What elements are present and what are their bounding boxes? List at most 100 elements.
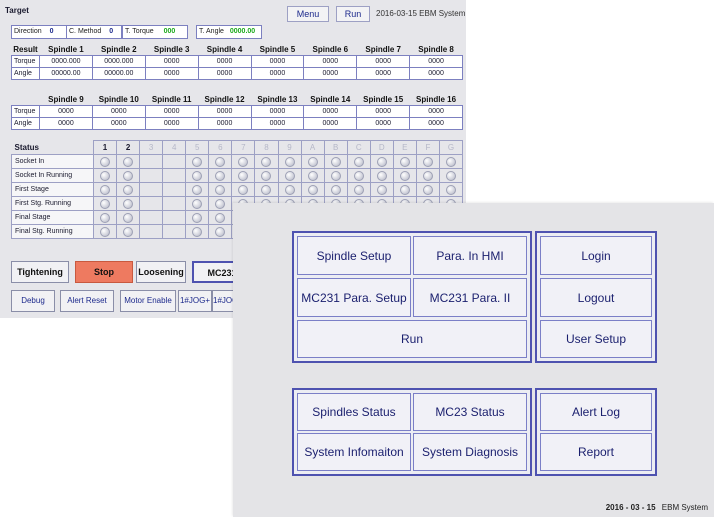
loosening-button[interactable]: Loosening <box>136 261 186 283</box>
angle-target-label: T. Angle <box>199 28 224 35</box>
torque-value: 0000 <box>356 55 411 68</box>
status-cell <box>92 182 118 197</box>
status-cell <box>369 168 394 183</box>
debug-button[interactable]: Debug <box>11 290 55 312</box>
para-in-hmi-button[interactable]: Para. In HMI <box>413 236 527 275</box>
torque-value: 0000 <box>303 105 358 118</box>
status-cell <box>300 154 325 169</box>
status-cell <box>139 168 164 183</box>
mc23-status-button[interactable]: MC23 Status <box>413 393 527 431</box>
direction-value: 0 <box>49 28 54 35</box>
status-led-icon <box>422 184 433 195</box>
status-cell <box>438 182 464 197</box>
status-cell <box>162 196 187 211</box>
spindles-status-button[interactable]: Spindles Status <box>297 393 411 431</box>
status-led-icon <box>215 212 226 223</box>
angle-value: 0000 <box>409 117 463 130</box>
status-column-header: 3 <box>139 140 164 155</box>
login-button[interactable]: Login <box>540 236 652 275</box>
status-led-icon <box>215 226 226 237</box>
alert-reset-button[interactable]: Alert Reset <box>60 290 114 312</box>
status-cell <box>231 154 256 169</box>
status-cell <box>208 154 233 169</box>
status-cell <box>392 182 417 197</box>
main-menu-panel: Spindle Setup Para. In HMI MC231 Para. S… <box>233 203 714 517</box>
status-column-header: 5 <box>185 140 210 155</box>
report-button[interactable]: Report <box>540 433 652 471</box>
status-cell <box>208 224 233 239</box>
status-row-label: First Stage <box>11 182 94 197</box>
status-cell <box>392 168 417 183</box>
angle-value: 00000.00 <box>91 67 146 80</box>
torque-value: 0000 <box>39 105 93 118</box>
status-column-header: G <box>438 140 464 155</box>
mc231-para-setup-button[interactable]: MC231 Para. Setup <box>297 278 411 317</box>
torque-row-label: Torque <box>11 55 40 68</box>
status-led-icon <box>445 184 456 195</box>
angle-value: 0000 <box>303 117 358 130</box>
status-cell <box>116 168 141 183</box>
tightening-button[interactable]: Tightening <box>11 261 69 283</box>
status-cell <box>208 196 233 211</box>
status-cell <box>208 210 233 225</box>
status-cell <box>185 182 210 197</box>
status-cell <box>162 182 187 197</box>
menu-button[interactable]: Menu <box>287 6 329 22</box>
motor-enable-button[interactable]: Motor Enable <box>120 290 176 312</box>
status-cell <box>92 154 118 169</box>
status-cell <box>139 196 164 211</box>
direction-label: Direction <box>14 28 42 35</box>
status-led-icon <box>353 170 364 181</box>
spindle-header: Spindle 7 <box>365 45 401 54</box>
results-table-1: Result Spindle 1 Spindle 2 Spindle 3 Spindle… <box>11 44 463 80</box>
status-column-header: 7 <box>231 140 256 155</box>
status-led-icon <box>123 184 134 195</box>
status-cell <box>139 154 164 169</box>
status-row: Socket In Running <box>11 168 464 183</box>
results-table-2: Spindle 9 Spindle 10 Spindle 11 Spindle 12 S… <box>11 94 463 130</box>
status-cell <box>300 168 325 183</box>
status-cell <box>392 154 417 169</box>
torque-value: 0000 <box>197 105 252 118</box>
user-setup-button[interactable]: User Setup <box>540 320 652 358</box>
spindle-header: Spindle 2 <box>101 45 137 54</box>
alert-log-button[interactable]: Alert Log <box>540 393 652 431</box>
status-cell <box>277 154 302 169</box>
status-led-icon <box>399 170 410 181</box>
jog-plus-button[interactable]: 1#JOG+ <box>178 290 212 312</box>
run-button[interactable]: Run <box>336 6 370 22</box>
angle-value: 0000 <box>303 67 358 80</box>
status-led-icon <box>399 184 410 195</box>
method-label: C. Method <box>69 28 102 35</box>
angle-value: 0000 <box>91 117 146 130</box>
jog-minus-button[interactable]: 1#JOG <box>212 290 234 312</box>
status-led-icon <box>330 170 341 181</box>
angle-row-label: Angle <box>11 117 40 130</box>
status-column-header: F <box>415 140 440 155</box>
logout-button[interactable]: Logout <box>540 278 652 317</box>
result-label: Result <box>13 45 38 54</box>
status-led-icon <box>192 198 203 209</box>
target-label: Target <box>5 6 29 15</box>
status-column-header: 1 <box>92 140 118 155</box>
spindle-setup-button[interactable]: Spindle Setup <box>297 236 411 275</box>
spindle-header: Spindle 6 <box>312 45 349 54</box>
system-information-button[interactable]: System Infomaiton <box>297 433 411 471</box>
status-led-icon <box>100 212 111 223</box>
status-cell <box>346 182 371 197</box>
status-row: Socket In <box>11 154 464 169</box>
status-led-icon <box>192 184 203 195</box>
angle-value: 0000 <box>250 67 305 80</box>
status-cell <box>369 154 394 169</box>
system-diagnosis-button[interactable]: System Diagnosis <box>413 433 527 471</box>
mc231-para-ii-button[interactable]: MC231 Para. II <box>413 278 527 317</box>
torque-value: 0000 <box>409 105 463 118</box>
status-led-icon <box>215 198 226 209</box>
stop-button[interactable]: Stop <box>75 261 133 283</box>
status-led-icon <box>238 156 249 167</box>
run-main-button[interactable]: Run <box>297 320 527 358</box>
status-cell <box>162 154 187 169</box>
status-led-icon <box>353 184 364 195</box>
torque-value: 0000 <box>144 55 199 68</box>
angle-value: 0000 <box>250 117 305 130</box>
